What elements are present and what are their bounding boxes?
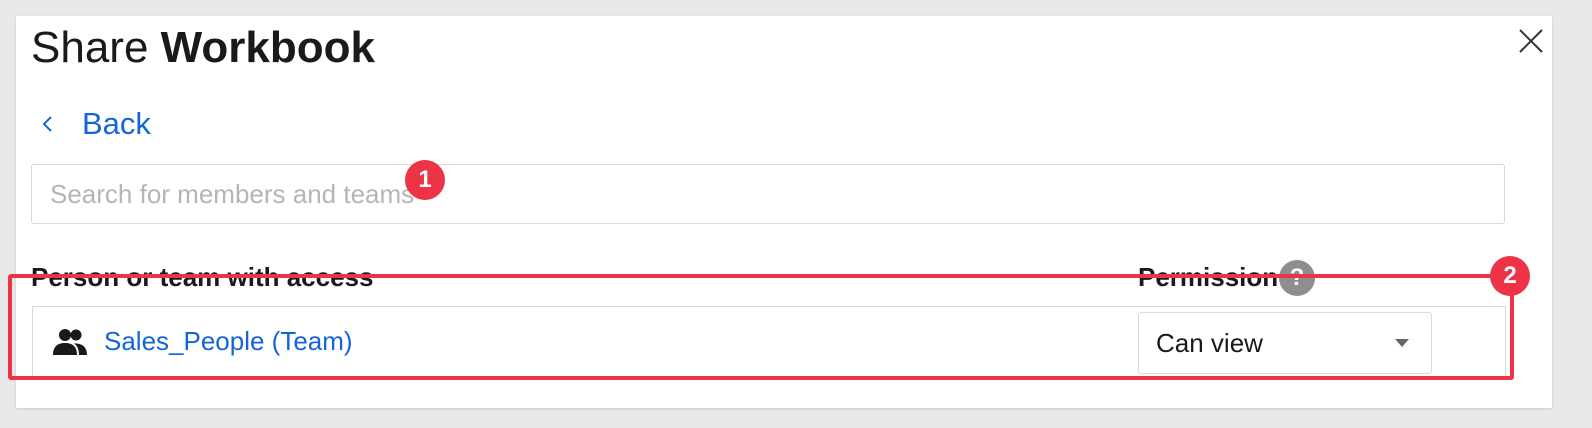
column-header-person: Person or team with access xyxy=(31,262,374,292)
back-link[interactable]: Back xyxy=(38,104,151,144)
back-label: Back xyxy=(82,106,151,141)
search-box xyxy=(31,164,1505,224)
close-button[interactable] xyxy=(1516,26,1546,56)
permission-value: Can view xyxy=(1156,328,1263,358)
close-icon xyxy=(1519,29,1543,53)
access-row: Sales_People (Team) Can view xyxy=(32,306,1506,378)
title-prefix: Share xyxy=(31,23,149,72)
search-input[interactable] xyxy=(48,165,1252,224)
help-icon[interactable]: ? xyxy=(1279,260,1315,296)
caret-down-icon xyxy=(1395,339,1409,347)
team-name-link[interactable]: Sales_People (Team) xyxy=(104,324,353,358)
annotation-badge-1: 1 xyxy=(405,160,445,200)
share-dialog: Share Workbook Back Person or team with … xyxy=(16,16,1552,408)
title-main: Workbook xyxy=(160,23,375,72)
permission-dropdown[interactable]: Can view xyxy=(1138,312,1432,374)
annotation-badge-2: 2 xyxy=(1490,256,1530,296)
chevron-left-icon xyxy=(42,116,52,132)
dialog-title: Share Workbook xyxy=(31,20,375,76)
team-icon xyxy=(53,329,87,355)
column-header-permission: Permission xyxy=(1138,262,1279,292)
